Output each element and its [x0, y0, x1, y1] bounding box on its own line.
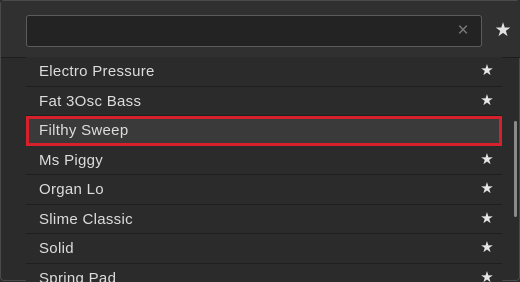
preset-name: Ms Piggy — [39, 152, 103, 170]
favorite-star-icon[interactable]: ★ — [479, 210, 495, 228]
clear-icon[interactable]: × — [455, 22, 471, 40]
preset-name: Fat 3Osc Bass — [39, 93, 141, 111]
favorite-star-icon[interactable]: ★ — [479, 151, 495, 169]
search-bar: × ★ — [1, 1, 520, 58]
search-input[interactable] — [33, 20, 457, 44]
preset-name: Electro Pressure — [39, 63, 155, 81]
preset-name: Slime Classic — [39, 211, 133, 229]
list-item[interactable]: Fat 3Osc Bass ★ — [26, 87, 502, 117]
list-item[interactable]: Slime Classic ★ — [26, 205, 502, 235]
favorite-star-icon[interactable]: ★ — [479, 62, 495, 80]
preset-name: Filthy Sweep — [39, 122, 128, 140]
favorite-star-icon[interactable]: ★ — [479, 180, 495, 198]
list-item[interactable]: Filthy Sweep — [26, 116, 502, 146]
favorite-star-icon[interactable]: ★ — [479, 92, 495, 110]
favorite-star-icon[interactable]: ★ — [479, 269, 495, 282]
preset-name: Organ Lo — [39, 181, 104, 199]
scrollbar[interactable] — [514, 121, 517, 217]
preset-name: Solid — [39, 240, 74, 258]
preset-list: Electro Pressure ★ Fat 3Osc Bass ★ Filthy Sw… — [26, 57, 502, 282]
browser-panel: × ★ Electro Pressure ★ Fat 3Osc Bass ★ Filth… — [0, 0, 520, 281]
list-item[interactable]: Ms Piggy ★ — [26, 146, 502, 176]
favorite-star-icon[interactable]: ★ — [479, 239, 495, 257]
list-item[interactable]: Organ Lo ★ — [26, 175, 502, 205]
search-field[interactable]: × — [26, 15, 482, 47]
list-item[interactable]: Electro Pressure ★ — [26, 57, 502, 87]
preset-name: Spring Pad — [39, 270, 116, 282]
list-item[interactable]: Solid ★ — [26, 234, 502, 264]
favorites-filter-star-icon[interactable]: ★ — [493, 20, 513, 42]
list-item[interactable]: Spring Pad ★ — [26, 264, 502, 282]
